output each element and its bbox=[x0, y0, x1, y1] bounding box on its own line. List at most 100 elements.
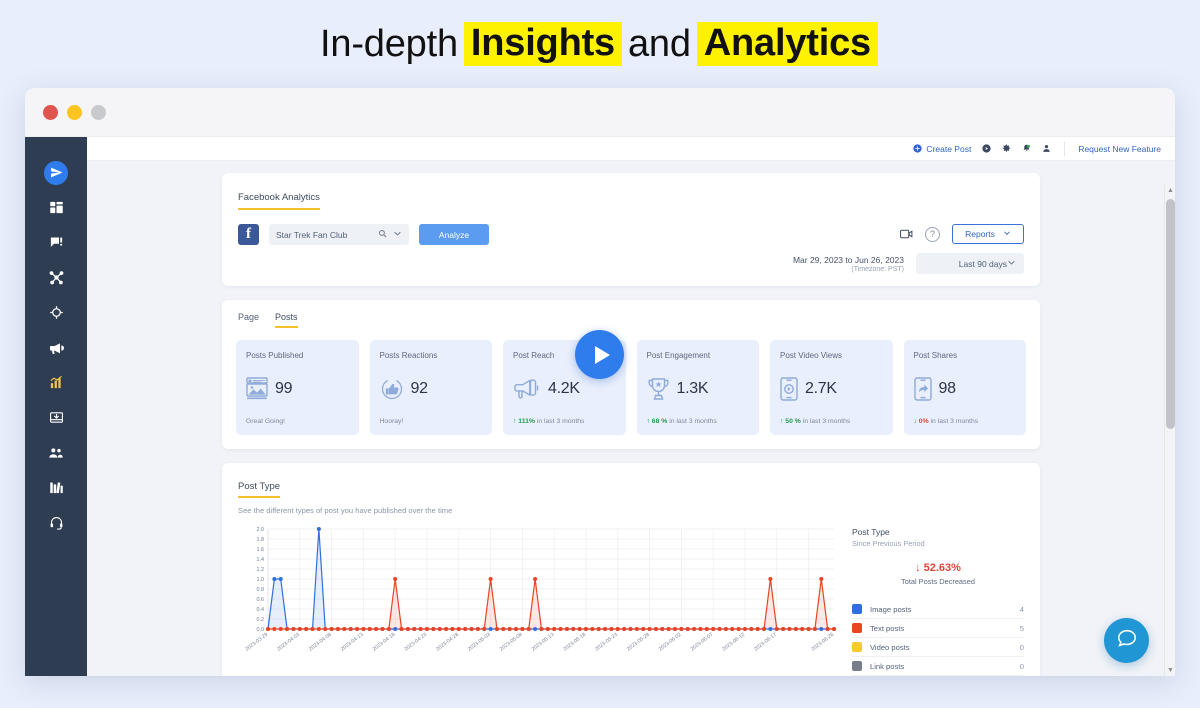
kpi-card-posts-reactions: Posts Reactions 92 Hooray! bbox=[369, 340, 492, 435]
request-new-feature-link[interactable]: Request New Feature bbox=[1078, 144, 1161, 154]
headline-part-1: In-depth bbox=[320, 22, 458, 65]
kpi-trend-pct: 111% bbox=[518, 418, 535, 425]
legend-swatch bbox=[852, 623, 862, 633]
kpi-trend-arrow: ↑ bbox=[780, 418, 784, 425]
share-network-icon bbox=[49, 270, 64, 285]
bell-icon[interactable] bbox=[1022, 144, 1031, 153]
scroll-up-arrow[interactable]: ▲ bbox=[1167, 187, 1174, 194]
legend-label: Link posts bbox=[870, 661, 905, 671]
kpi-footer: ↓ 0% in last 3 months bbox=[914, 418, 1017, 425]
svg-text:1.6: 1.6 bbox=[257, 547, 265, 553]
kpi-title: Posts Published bbox=[246, 351, 304, 360]
svg-text:2023-06-02: 2023-06-02 bbox=[658, 632, 683, 653]
video-camera-icon[interactable] bbox=[900, 229, 913, 239]
app-sidebar bbox=[25, 137, 87, 676]
gear-icon[interactable] bbox=[1002, 144, 1011, 153]
close-window-button[interactable] bbox=[43, 104, 58, 120]
kpi-value: 98 bbox=[938, 380, 957, 397]
sidebar-item-collaborate[interactable] bbox=[36, 260, 76, 295]
summary-title: Post Type bbox=[852, 527, 890, 537]
post-type-summary: Post Type Since Previous Period ↓ 52.63%… bbox=[838, 523, 1024, 676]
stats-card: Page Posts Posts Published 99 Great Goin… bbox=[222, 300, 1040, 449]
kpi-card-post-engagement: Post Engagement 1.3K ↑ 68 % in last 3 mo… bbox=[636, 340, 759, 435]
scrollbar-thumb[interactable] bbox=[1166, 199, 1175, 429]
analyze-button[interactable]: Analyze bbox=[419, 224, 489, 245]
svg-text:2023-03-29: 2023-03-29 bbox=[244, 632, 269, 653]
svg-text:0.4: 0.4 bbox=[257, 607, 265, 613]
question-mark-icon[interactable]: ? bbox=[925, 226, 940, 242]
date-range: Mar 29, 2023 to Jun 26, 2023 (Timezone: … bbox=[793, 255, 904, 273]
kpi-footer-note: in last 3 months bbox=[930, 418, 979, 425]
svg-text:2023-06-12: 2023-06-12 bbox=[721, 632, 746, 653]
period-select[interactable]: Last 90 days bbox=[916, 253, 1024, 274]
sidebar-item-publish[interactable] bbox=[36, 155, 76, 190]
chat-support-button[interactable] bbox=[1104, 618, 1149, 663]
trophy-icon bbox=[647, 377, 670, 401]
sidebar-item-campaigns[interactable] bbox=[36, 330, 76, 365]
kpi-mid: 1.3K bbox=[647, 377, 750, 401]
kpi-title: Posts Reactions bbox=[379, 351, 438, 360]
kpi-footer: ↑ 111% in last 3 months bbox=[513, 418, 616, 425]
video-play-overlay-button[interactable] bbox=[575, 330, 624, 379]
svg-text:1.4: 1.4 bbox=[257, 557, 265, 563]
legend-value: 0 bbox=[1019, 661, 1024, 671]
kpi-footer: Great Going! bbox=[246, 418, 349, 425]
sidebar-item-support[interactable] bbox=[36, 505, 76, 540]
kpi-title: Post Video Views bbox=[780, 351, 842, 360]
facebook-analytics-tab-label: Facebook Analytics bbox=[238, 192, 320, 210]
tab-page[interactable]: Page bbox=[238, 312, 259, 328]
facebook-analytics-tab[interactable]: Facebook Analytics bbox=[238, 187, 1024, 210]
analytics-header-card: Facebook Analytics f Star Trek Fan Club bbox=[222, 173, 1040, 286]
sidebar-item-audience[interactable] bbox=[36, 435, 76, 470]
chevron-down-icon[interactable] bbox=[393, 229, 402, 240]
create-post-button[interactable]: Create Post bbox=[913, 144, 971, 154]
post-type-tab[interactable]: Post Type bbox=[238, 476, 1024, 498]
legend-label: Text posts bbox=[870, 623, 905, 633]
play-circle-icon[interactable] bbox=[982, 144, 991, 153]
sidebar-item-monitor[interactable] bbox=[36, 295, 76, 330]
kpi-mid: 4.2K bbox=[513, 377, 616, 401]
maximize-window-button[interactable] bbox=[91, 104, 106, 120]
minimize-window-button[interactable] bbox=[67, 104, 82, 120]
kpi-card-posts-published: Posts Published 99 Great Going! bbox=[236, 340, 359, 435]
reports-button-label: Reports bbox=[965, 229, 995, 239]
svg-text:2023-05-13: 2023-05-13 bbox=[531, 632, 556, 653]
account-pickers: f Star Trek Fan Club Analyze bbox=[238, 224, 489, 245]
topbar-divider bbox=[1064, 141, 1066, 156]
sidebar-item-dashboard[interactable] bbox=[36, 190, 76, 225]
legend-value: 5 bbox=[1019, 623, 1024, 633]
legend-item-video-posts[interactable]: Video posts 0 bbox=[852, 638, 1024, 657]
scroll-down-arrow[interactable]: ▼ bbox=[1167, 667, 1174, 674]
legend-swatch bbox=[852, 642, 862, 652]
play-triangle-icon bbox=[594, 345, 610, 364]
paper-plane-icon bbox=[44, 160, 68, 185]
sidebar-item-engage[interactable] bbox=[36, 225, 76, 260]
tab-posts[interactable]: Posts bbox=[275, 312, 298, 328]
sidebar-item-analytics[interactable] bbox=[36, 365, 76, 400]
kpi-footer: ↑ 50 % in last 3 months bbox=[780, 418, 883, 425]
kpi-value: 92 bbox=[410, 380, 429, 397]
page-scrollbar[interactable]: ▲ ▼ bbox=[1164, 185, 1175, 676]
sidebar-item-library[interactable] bbox=[36, 470, 76, 505]
account-select[interactable]: Star Trek Fan Club bbox=[269, 224, 409, 245]
post-type-chart[interactable]: 0.0 0.2 0.4 0.6 0.8 1.0 1.2 1.4 1.6 1.8 2.0 2023-03… bbox=[238, 523, 838, 676]
legend-label: Video posts bbox=[870, 642, 910, 652]
svg-text:2023-06-07: 2023-06-07 bbox=[690, 632, 715, 653]
plus-circle-icon bbox=[913, 144, 923, 153]
search-icon[interactable] bbox=[378, 229, 387, 240]
svg-text:0.0: 0.0 bbox=[257, 627, 265, 633]
user-icon[interactable] bbox=[1042, 144, 1051, 153]
page-scroll-area: Facebook Analytics f Star Trek Fan Club bbox=[87, 161, 1175, 676]
mobile-share-icon bbox=[913, 377, 932, 401]
legend-item-image-posts[interactable]: Image posts 4 bbox=[852, 600, 1024, 619]
headset-icon bbox=[49, 515, 64, 530]
legend-item-link-posts[interactable]: Link posts 0 bbox=[852, 657, 1024, 676]
sidebar-item-inbox[interactable] bbox=[36, 400, 76, 435]
kpi-card-post-shares: Post Shares 98 ↓ 0% in last 3 months bbox=[903, 340, 1026, 435]
post-type-title: Post Type bbox=[238, 481, 281, 498]
legend-item-text-posts[interactable]: Text posts 5 bbox=[852, 619, 1024, 638]
megaphone-icon bbox=[48, 340, 64, 356]
kpi-trend-pct: 68 % bbox=[651, 418, 668, 425]
page-inner: Facebook Analytics f Star Trek Fan Club bbox=[87, 173, 1175, 676]
reports-button[interactable]: Reports bbox=[952, 224, 1024, 244]
